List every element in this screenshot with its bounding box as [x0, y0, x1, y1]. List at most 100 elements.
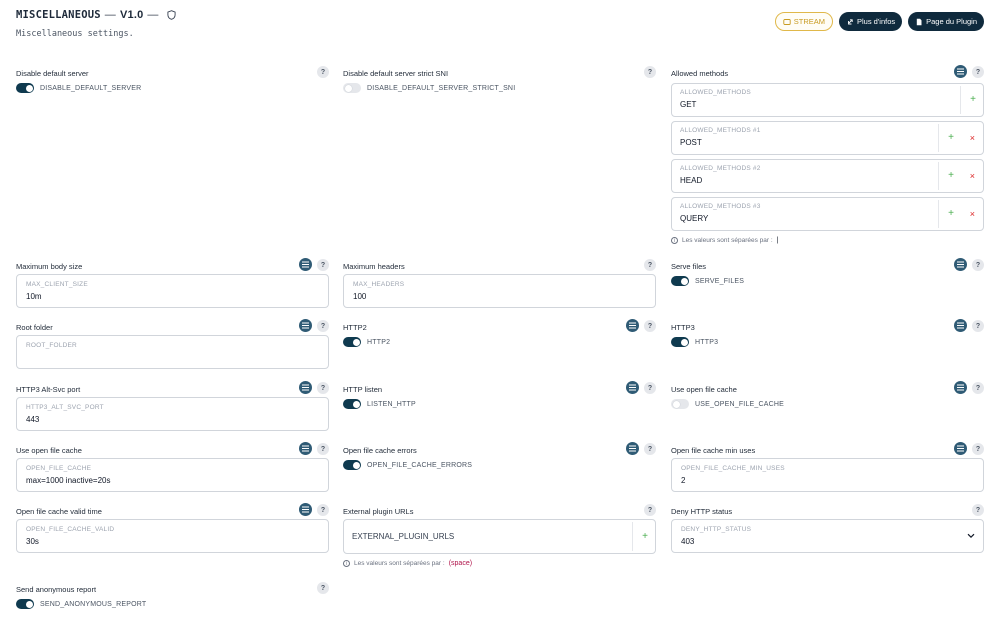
help-icon[interactable]: ? — [644, 259, 656, 271]
separator-value: (space) — [448, 560, 473, 567]
help-icon[interactable]: ? — [972, 382, 984, 394]
setting-label: Disable default server — [16, 69, 89, 78]
stream-button[interactable]: STREAM — [774, 12, 833, 31]
serve-files-toggle[interactable] — [671, 276, 689, 286]
setting-max-headers: Maximum headers ? MAX_HEADERS 100 — [343, 259, 656, 312]
http-listen-toggle[interactable] — [343, 399, 361, 409]
remove-icon[interactable]: × — [970, 171, 975, 181]
setting-open-file-cache-min-uses: Open file cache min uses ? OPEN_FILE_CAC… — [671, 442, 984, 496]
allowed-methods-input[interactable]: QUERY — [680, 214, 708, 223]
separator-value: | — [776, 237, 779, 244]
multiple-settings-icon[interactable] — [626, 319, 639, 332]
multiple-settings-icon[interactable] — [299, 381, 312, 394]
add-icon[interactable]: + — [970, 94, 976, 105]
http2-toggle[interactable] — [343, 337, 361, 347]
multiple-settings-icon[interactable] — [299, 258, 312, 271]
setting-http-listen: HTTP listen ? LISTEN_HTTP — [343, 381, 656, 415]
help-icon[interactable]: ? — [972, 259, 984, 271]
multiple-settings-icon[interactable] — [954, 442, 967, 455]
multiple-settings-icon[interactable] — [626, 381, 639, 394]
toggle-label: DISABLE_DEFAULT_SERVER_STRICT_SNI — [367, 84, 516, 92]
external-plugin-urls-row: EXTERNAL_PLUGIN_URLS + — [343, 519, 656, 554]
help-icon[interactable]: ? — [644, 66, 656, 78]
add-icon[interactable]: + — [642, 531, 648, 542]
setting-label: Send anonymous report — [16, 585, 97, 594]
max-headers-field[interactable]: MAX_HEADERS 100 — [343, 274, 656, 308]
multiple-settings-icon[interactable] — [954, 258, 967, 271]
http3-alt-svc-port-field[interactable]: HTTP3_ALT_SVC_PORT 443 — [16, 397, 329, 431]
remove-icon[interactable]: × — [970, 209, 975, 219]
page-header: MISCELLANEOUS — V1.0 — Miscellaneous set… — [16, 9, 176, 39]
field-placeholder: OPEN_FILE_CACHE_MIN_USES — [681, 465, 785, 472]
external-plugin-urls-input[interactable]: EXTERNAL_PLUGIN_URLS — [352, 532, 454, 541]
help-icon[interactable]: ? — [972, 320, 984, 332]
allowed-methods-input[interactable]: GET — [680, 100, 696, 109]
setting-label: Root folder — [16, 323, 53, 332]
multiple-settings-icon[interactable] — [299, 319, 312, 332]
remove-icon[interactable]: × — [970, 133, 975, 143]
field-placeholder: HTTP3_ALT_SVC_PORT — [26, 404, 104, 411]
add-icon[interactable]: + — [948, 208, 954, 219]
root-folder-field[interactable]: ROOT_FOLDER — [16, 335, 329, 369]
plugin-name: MISCELLANEOUS — [16, 9, 101, 21]
multiple-settings-icon[interactable] — [954, 381, 967, 394]
setting-root-folder: Root folder ? ROOT_FOLDER — [16, 319, 329, 373]
help-icon[interactable]: ? — [644, 504, 656, 516]
help-icon[interactable]: ? — [317, 259, 329, 271]
open-file-cache-errors-toggle[interactable] — [343, 460, 361, 470]
help-icon[interactable]: ? — [972, 66, 984, 78]
multiple-settings-icon[interactable] — [299, 442, 312, 455]
help-icon[interactable]: ? — [972, 504, 984, 516]
disable-default-server-toggle[interactable] — [16, 83, 34, 93]
help-icon[interactable]: ? — [644, 320, 656, 332]
toggle-label: LISTEN_HTTP — [367, 400, 416, 408]
allowed-methods-input[interactable]: POST — [680, 138, 702, 147]
field-placeholder: MAX_CLIENT_SIZE — [26, 281, 88, 288]
stream-label: STREAM — [793, 17, 825, 26]
field-value: 443 — [26, 415, 40, 424]
field-placeholder: OPEN_FILE_CACHE — [26, 465, 92, 472]
page-icon — [916, 18, 922, 25]
open-file-cache-valid-field[interactable]: OPEN_FILE_CACHE_VALID 30s — [16, 519, 329, 553]
multiple-settings-icon[interactable] — [626, 442, 639, 455]
open-file-cache-min-uses-field[interactable]: OPEN_FILE_CACHE_MIN_USES 2 — [671, 458, 984, 492]
open-file-cache-field[interactable]: OPEN_FILE_CACHE max=1000 inactive=20s — [16, 458, 329, 492]
help-icon[interactable]: ? — [317, 504, 329, 516]
deny-http-status-select[interactable]: DENY_HTTP_STATUS 403 — [671, 519, 984, 553]
toggle-label: OPEN_FILE_CACHE_ERRORS — [367, 461, 473, 469]
allowed-methods-input[interactable]: HEAD — [680, 176, 702, 185]
plugin-page-button[interactable]: Page du Plugin — [908, 12, 984, 31]
multiple-settings-icon[interactable] — [954, 65, 967, 78]
setting-label: Open file cache errors — [343, 446, 417, 455]
use-open-file-cache-toggle[interactable] — [671, 399, 689, 409]
help-icon[interactable]: ? — [317, 582, 329, 594]
allowed-methods-row: ALLOWED_METHODS #2 HEAD + × — [671, 159, 984, 193]
help-icon[interactable]: ? — [644, 443, 656, 455]
multiple-settings-icon[interactable] — [299, 503, 312, 516]
strict-sni-toggle[interactable] — [343, 83, 361, 93]
allowed-methods-row: ALLOWED_METHODS #1 POST + × — [671, 121, 984, 155]
setting-label: HTTP listen — [343, 385, 383, 394]
more-info-button[interactable]: Plus d'infos — [839, 12, 903, 31]
setting-label: Use open file cache — [16, 446, 82, 455]
setting-max-body-size: Maximum body size ? MAX_CLIENT_SIZE 10m — [16, 258, 329, 312]
setting-label: External plugin URLs — [343, 507, 414, 516]
help-icon[interactable]: ? — [317, 320, 329, 332]
http3-toggle[interactable] — [671, 337, 689, 347]
multiple-settings-icon[interactable] — [954, 319, 967, 332]
help-icon[interactable]: ? — [317, 443, 329, 455]
field-value: 30s — [26, 537, 39, 546]
header-actions: STREAM Plus d'infos Page du Plugin — [774, 12, 984, 31]
help-icon[interactable]: ? — [317, 382, 329, 394]
setting-serve-files: Serve files ? SERVE_FILES — [671, 258, 984, 292]
help-icon[interactable]: ? — [644, 382, 656, 394]
add-icon[interactable]: + — [948, 170, 954, 181]
field-placeholder: OPEN_FILE_CACHE_VALID — [26, 526, 115, 533]
field-placeholder: ALLOWED_METHODS — [680, 89, 751, 96]
help-icon[interactable]: ? — [972, 443, 984, 455]
send-anonymous-report-toggle[interactable] — [16, 599, 34, 609]
help-icon[interactable]: ? — [317, 66, 329, 78]
add-icon[interactable]: + — [948, 132, 954, 143]
setting-label: Allowed methods — [671, 69, 729, 78]
max-body-size-field[interactable]: MAX_CLIENT_SIZE 10m — [16, 274, 329, 308]
